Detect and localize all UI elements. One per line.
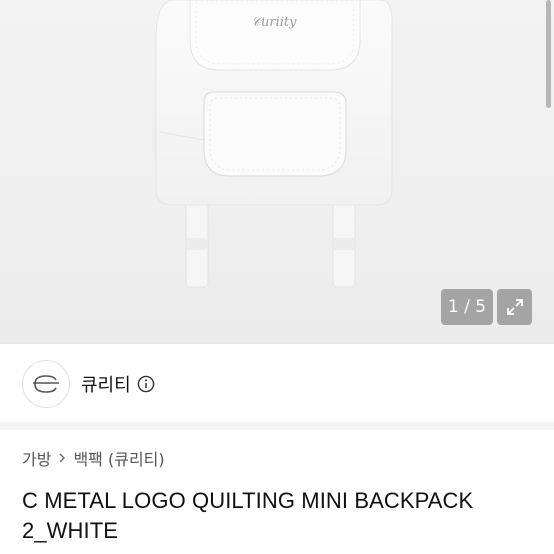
shop-name[interactable]: 큐리티 [81,371,131,397]
scrollbar[interactable] [546,0,551,108]
product-title: C METAL LOGO QUILTING MINI BACKPACK 2_WH… [22,488,474,543]
breadcrumb-item-subcategory[interactable]: 백팩 (큐리티) [73,446,164,470]
svg-text:𝒞uriity: 𝒞uriity [252,15,298,30]
expand-icon [506,299,523,315]
image-counter: 1 / 5 [441,289,493,325]
section-separator [0,422,554,430]
info-icon [137,375,154,393]
breadcrumb: 가방 백팩 (큐리티) [22,446,165,470]
shop-logo[interactable] [22,360,70,408]
shop-logo-icon [33,375,59,393]
product-image-gallery[interactable]: 𝒞uriity 1 / 5 [0,0,554,343]
chevron-right-icon [57,452,67,464]
shop-info[interactable]: 큐리티 [22,360,155,408]
expand-button[interactable] [497,289,532,325]
breadcrumb-item-category[interactable]: 가방 [22,446,51,470]
divider [0,343,554,344]
shop-info-button[interactable] [137,375,155,393]
